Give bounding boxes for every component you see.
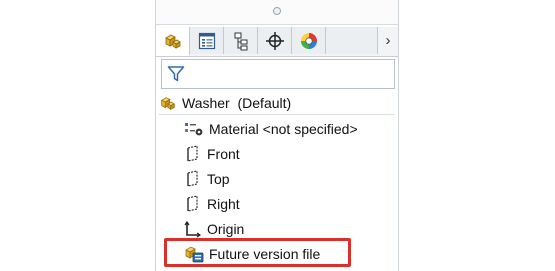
- tabs-more-button[interactable]: ›: [378, 27, 398, 54]
- highlight-annotation-box: [164, 238, 351, 267]
- property-manager-icon: [198, 32, 215, 49]
- tree-filter-input[interactable]: [161, 59, 395, 89]
- feature-manager-panel: › Washer (Default) Material <not specifi…: [155, 0, 399, 271]
- filter-icon: [167, 66, 185, 82]
- part-icon: [164, 34, 181, 49]
- panel-grip-bar[interactable]: [156, 0, 398, 25]
- tree-item-label: Top: [207, 171, 230, 187]
- tab-display-manager[interactable]: [292, 27, 326, 54]
- tree-item-label: Front: [207, 146, 240, 162]
- tree-item-label: Right: [207, 196, 240, 212]
- tree-item-front-plane[interactable]: Front: [184, 143, 240, 165]
- tree-root-part[interactable]: Washer (Default): [159, 92, 395, 115]
- dimxpert-icon: [265, 31, 284, 50]
- tab-feature-manager[interactable]: [156, 27, 190, 56]
- tab-configuration-manager[interactable]: [224, 27, 258, 54]
- plane-icon: [187, 145, 198, 162]
- tree-item-top-plane[interactable]: Top: [184, 168, 230, 190]
- manager-tab-bar: ›: [156, 27, 398, 57]
- grip-handle-icon[interactable]: [273, 7, 281, 15]
- configuration-manager-icon: [234, 32, 247, 50]
- tab-property-manager[interactable]: [190, 27, 224, 54]
- material-icon: [185, 123, 203, 136]
- origin-icon: [184, 220, 202, 238]
- plane-icon: [187, 195, 198, 212]
- tree-item-label: Origin: [207, 221, 245, 237]
- tree-root-label: Washer (Default): [182, 95, 292, 111]
- tab-dimxpert-manager[interactable]: [258, 27, 292, 54]
- tab-empty-slot: [326, 27, 378, 54]
- tree-item-right-plane[interactable]: Right: [184, 193, 240, 215]
- tree-item-material[interactable]: Material <not specified>: [184, 118, 358, 140]
- plane-icon: [187, 170, 198, 187]
- tree-item-label: Material <not specified>: [209, 121, 358, 137]
- tree-item-origin[interactable]: Origin: [184, 218, 244, 240]
- display-manager-icon: [300, 32, 317, 49]
- part-icon: [160, 97, 176, 110]
